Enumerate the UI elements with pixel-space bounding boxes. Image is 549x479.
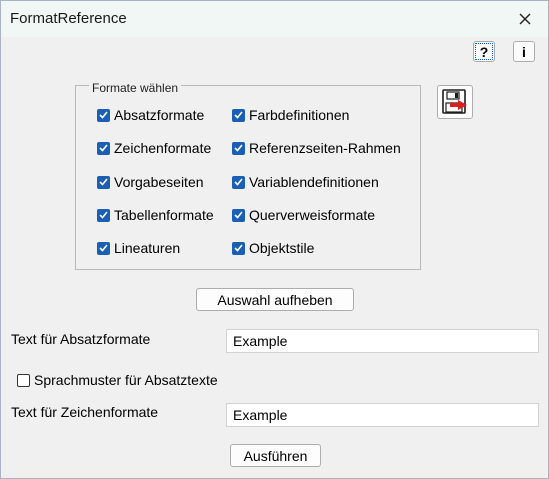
deselect-all-button[interactable]: Auswahl aufheben [196, 288, 354, 311]
checkbox-label: Variablendefinitionen [249, 174, 379, 190]
checkbox-querverweisformate[interactable]: Querverweisformate [232, 207, 375, 223]
checkbox-farbdefinitionen[interactable]: Farbdefinitionen [232, 107, 349, 123]
checkbox-label: Farbdefinitionen [249, 107, 350, 123]
run-button[interactable]: Ausführen [230, 444, 321, 467]
save-export-icon [442, 89, 467, 114]
close-icon [519, 13, 531, 25]
info-button[interactable]: i [513, 41, 535, 62]
title-bar: FormatReference [1, 1, 548, 37]
character-text-input[interactable]: Example [226, 403, 539, 427]
checkbox-box[interactable] [97, 175, 110, 189]
checkbox-variablendefinitionen[interactable]: Variablendefinitionen [232, 174, 379, 190]
language-pattern-label: Sprachmuster für Absatztexte [34, 372, 218, 388]
checkbox-label: Tabellenformate [114, 207, 214, 223]
checkbox-lineaturen[interactable]: Lineaturen [97, 240, 180, 256]
dialog-window: FormatReference ? i Formate wählen Absat… [0, 0, 549, 479]
checkbox-label: Zeichenformate [114, 140, 212, 156]
checkbox-absatzformate[interactable]: Absatzformate [97, 107, 204, 123]
checkbox-label: Absatzformate [114, 107, 205, 123]
checkbox-box[interactable] [232, 241, 245, 255]
checkbox-vorgabeseiten[interactable]: Vorgabeseiten [97, 174, 204, 190]
checkbox-box[interactable] [17, 373, 30, 387]
checkbox-label: Referenzseiten-Rahmen [249, 140, 401, 156]
checkbox-box[interactable] [97, 141, 110, 155]
group-legend: Formate wählen [89, 81, 182, 95]
character-text-label: Text für Zeichenformate [11, 404, 159, 420]
paragraph-text-input[interactable]: Example [226, 329, 539, 353]
checkbox-zeichenformate[interactable]: Zeichenformate [97, 140, 211, 156]
checkbox-box[interactable] [232, 108, 245, 122]
save-button[interactable] [437, 85, 473, 119]
close-button[interactable] [502, 1, 548, 37]
checkbox-label: Objektstile [249, 240, 315, 256]
checkbox-objektstile[interactable]: Objektstile [232, 240, 314, 256]
checkbox-label: Vorgabeseiten [114, 174, 204, 190]
checkbox-box[interactable] [232, 141, 245, 155]
checkbox-box[interactable] [97, 208, 110, 222]
language-pattern-checkbox[interactable]: Sprachmuster für Absatztexte [17, 372, 218, 388]
checkbox-box[interactable] [232, 175, 245, 189]
checkbox-box[interactable] [232, 208, 245, 222]
checkbox-tabellenformate[interactable]: Tabellenformate [97, 207, 214, 223]
checkbox-referenzseiten-rahmen[interactable]: Referenzseiten-Rahmen [232, 140, 401, 156]
checkbox-box[interactable] [97, 108, 110, 122]
checkbox-box[interactable] [97, 241, 110, 255]
window-title: FormatReference [10, 10, 127, 27]
checkbox-label: Lineaturen [114, 240, 181, 256]
help-button[interactable]: ? [473, 41, 495, 62]
paragraph-text-label: Text für Absatzformate [11, 331, 151, 347]
checkbox-label: Querverweisformate [249, 207, 376, 223]
